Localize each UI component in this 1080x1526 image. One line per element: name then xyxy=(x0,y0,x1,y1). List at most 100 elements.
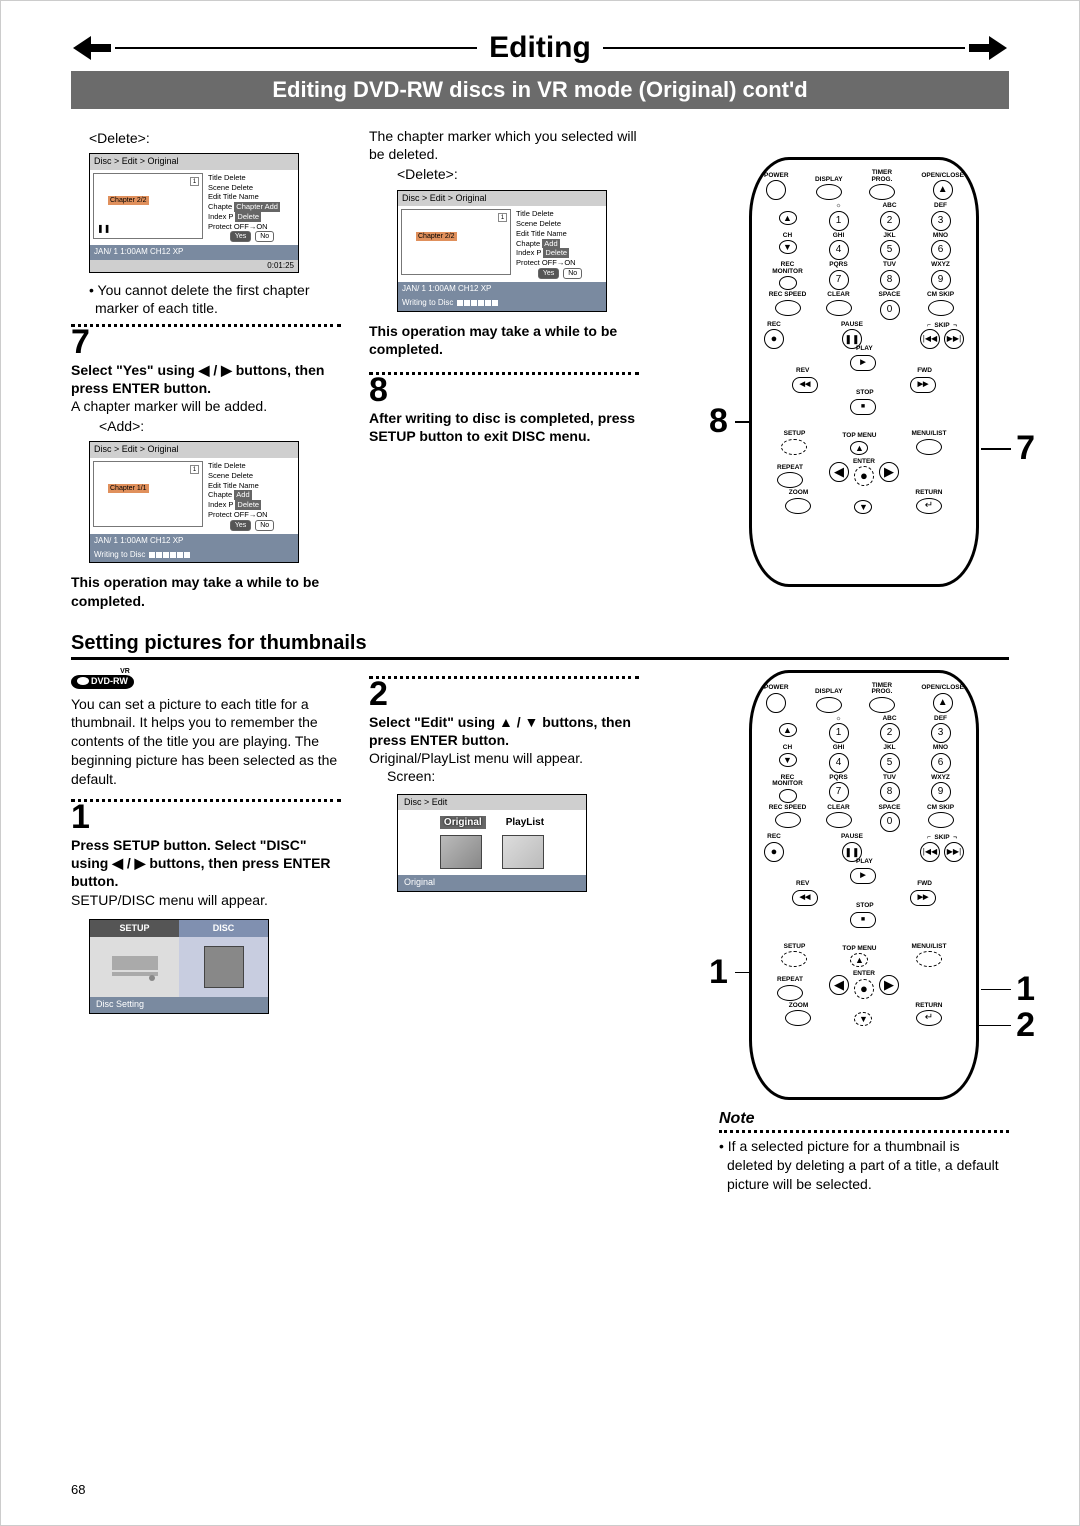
play-button[interactable]: ▶ xyxy=(850,355,876,371)
rec-speed-button[interactable] xyxy=(775,300,801,316)
digit-9-button[interactable]: 9 xyxy=(931,782,951,802)
cm-skip-button[interactable] xyxy=(928,300,954,316)
ch-up-button[interactable]: ▲ xyxy=(779,211,797,225)
rev-button[interactable]: ◀◀ xyxy=(792,890,818,906)
digit-8-button[interactable]: 8 xyxy=(880,270,900,290)
rec-monitor-button[interactable] xyxy=(779,789,797,803)
digit-3-button[interactable]: 3 xyxy=(931,211,951,231)
setup-disc-screenshot: SETUP DISC Disc Setting xyxy=(89,919,269,1014)
repeat-button[interactable] xyxy=(777,985,803,1001)
rev-button[interactable]: ◀◀ xyxy=(792,377,818,393)
digit-8-button[interactable]: 8 xyxy=(880,782,900,802)
open-close-button[interactable]: ▲ xyxy=(933,180,953,200)
play-button[interactable]: ▶ xyxy=(850,868,876,884)
digit-1-button[interactable]: 1 xyxy=(829,211,849,231)
skip-back-button[interactable]: |◀◀ xyxy=(920,329,940,349)
timer-prog-button[interactable] xyxy=(869,697,895,713)
digit-1-button[interactable]: 1 xyxy=(829,723,849,743)
display-button[interactable] xyxy=(816,184,842,200)
timer-prog-button[interactable] xyxy=(869,184,895,200)
ch-up-button[interactable]: ▲ xyxy=(779,723,797,737)
callout-8: 8 xyxy=(709,402,728,441)
add-tag: <Add>: xyxy=(99,417,341,435)
digit-6-button[interactable]: 6 xyxy=(931,240,951,260)
return-button[interactable]: ↵ xyxy=(916,1010,942,1026)
ch-down-button[interactable]: ▼ xyxy=(779,753,797,767)
topmenu-up-button[interactable]: ▲ xyxy=(850,953,868,967)
return-button[interactable]: ↵ xyxy=(916,498,942,514)
cm-skip-button[interactable] xyxy=(928,812,954,828)
osd-screenshot-3: Disc > Edit > Original 1 Chapter 2/2 Tit… xyxy=(397,190,607,312)
osd-screenshot-1: Disc > Edit > Original 1 Chapter 2/2 ❚❚ … xyxy=(89,153,299,273)
fwd-button[interactable]: ▶▶ xyxy=(910,890,936,906)
skip-fwd-button[interactable]: ▶▶| xyxy=(944,842,964,862)
nav-right-button[interactable]: ▶ xyxy=(879,975,899,995)
zoom-button[interactable] xyxy=(785,1010,811,1026)
step7-instruction: Select "Yes" using ◀ / ▶ buttons, then p… xyxy=(71,361,341,397)
setup-button[interactable] xyxy=(781,951,807,967)
topmenu-button[interactable]: ▲ xyxy=(850,441,868,455)
enter-button[interactable]: ● xyxy=(854,466,874,486)
digit-4-button[interactable]: 4 xyxy=(829,240,849,260)
ch-down-button[interactable]: ▼ xyxy=(779,240,797,254)
digit-0-button[interactable]: 0 xyxy=(880,812,900,832)
page-number: 68 xyxy=(71,1482,85,1497)
rec-monitor-button[interactable] xyxy=(779,276,797,290)
skip-fwd-button[interactable]: ▶▶| xyxy=(944,329,964,349)
chapter-delete-text: The chapter marker which you selected wi… xyxy=(369,127,639,163)
setup-button[interactable] xyxy=(781,439,807,455)
power-button[interactable] xyxy=(766,693,786,713)
display-button[interactable] xyxy=(816,697,842,713)
digit-2-button[interactable]: 2 xyxy=(880,723,900,743)
menulist-button[interactable] xyxy=(916,951,942,967)
warning-text-2: This operation may take a while to be co… xyxy=(369,322,639,358)
digit-9-button[interactable]: 9 xyxy=(931,270,951,290)
step8-instruction: After writing to disc is completed, pres… xyxy=(369,409,639,445)
warning-text: This operation may take a while to be co… xyxy=(71,573,341,609)
fwd-button[interactable]: ▶▶ xyxy=(910,377,936,393)
enter-button[interactable]: ● xyxy=(854,979,874,999)
nav-down-button[interactable]: ▼ xyxy=(854,500,872,514)
stop-button[interactable]: ■ xyxy=(850,912,876,928)
remote-control-diagram-2: POWER DISPLAY TIMER PROG. OPEN/CLOSE▲ ▲ … xyxy=(749,670,979,1100)
rec-button[interactable]: ● xyxy=(764,329,784,349)
digit-5-button[interactable]: 5 xyxy=(880,753,900,773)
power-button[interactable] xyxy=(766,180,786,200)
stop-button[interactable]: ■ xyxy=(850,399,876,415)
step-number-2: 2 xyxy=(369,677,639,711)
digit-2-button[interactable]: 2 xyxy=(880,211,900,231)
zoom-button[interactable] xyxy=(785,498,811,514)
screen-label: Screen: xyxy=(387,767,639,785)
digit-3-button[interactable]: 3 xyxy=(931,723,951,743)
note-bullet: • You cannot delete the first chapter ma… xyxy=(89,281,341,317)
step-number-7: 7 xyxy=(71,325,341,359)
header-decoration: Editing xyxy=(71,31,1009,65)
digit-0-button[interactable]: 0 xyxy=(880,300,900,320)
rec-button[interactable]: ● xyxy=(764,842,784,862)
nav-left-button[interactable]: ◀ xyxy=(829,975,849,995)
callout-7: 7 xyxy=(1016,429,1035,468)
thumb-intro: You can set a picture to each title for … xyxy=(71,695,341,789)
nav-left-button[interactable]: ◀ xyxy=(829,462,849,482)
dvd-rw-badge: DVD-RW xyxy=(71,675,134,689)
rec-speed-button[interactable] xyxy=(775,812,801,828)
clear-button[interactable] xyxy=(826,300,852,316)
osd-screenshot-2: Disc > Edit > Original 1 Chapter 1/1 Tit… xyxy=(89,441,299,563)
nav-down-button[interactable]: ▼ xyxy=(854,1012,872,1026)
delete-tag-2: <Delete>: xyxy=(397,165,639,183)
digit-4-button[interactable]: 4 xyxy=(829,753,849,773)
callout-1-right: 1 xyxy=(1016,970,1035,1009)
open-close-button[interactable]: ▲ xyxy=(933,693,953,713)
skip-back-button[interactable]: |◀◀ xyxy=(920,842,940,862)
menulist-button[interactable] xyxy=(916,439,942,455)
digit-7-button[interactable]: 7 xyxy=(829,270,849,290)
digit-7-button[interactable]: 7 xyxy=(829,782,849,802)
step-number-1: 1 xyxy=(71,800,341,834)
step-number-8: 8 xyxy=(369,373,639,407)
repeat-button[interactable] xyxy=(777,472,803,488)
clear-button[interactable] xyxy=(826,812,852,828)
digit-6-button[interactable]: 6 xyxy=(931,753,951,773)
digit-5-button[interactable]: 5 xyxy=(880,240,900,260)
remote-control-diagram: POWER DISPLAY TIMER PROG. OPEN/CLOSE▲ ▲ … xyxy=(749,157,979,587)
nav-right-button[interactable]: ▶ xyxy=(879,462,899,482)
